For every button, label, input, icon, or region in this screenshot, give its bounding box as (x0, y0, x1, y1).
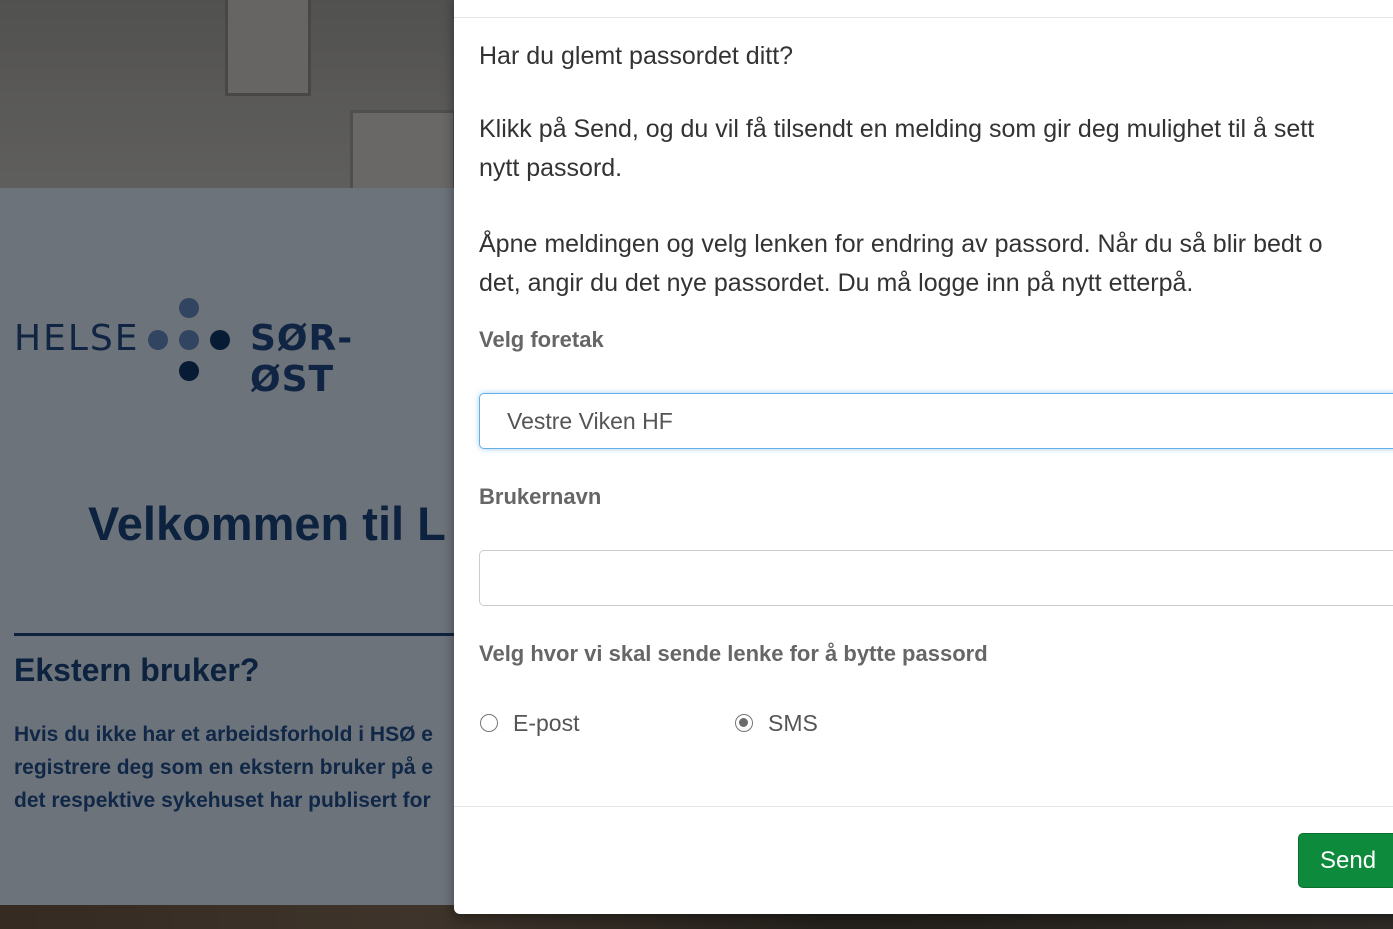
instructions-paragraph-send: Klikk på Send, og du vil få tilsendt en … (479, 110, 1393, 188)
sms-radio[interactable] (735, 714, 753, 732)
send-method-radio-group: E-post SMS (479, 708, 1179, 738)
paragraph-line: Klikk på Send, og du vil få tilsendt en … (479, 115, 1315, 143)
forgot-password-modal: Har du glemt passordet ditt? Klikk på Se… (454, 0, 1393, 914)
paragraph-line: nytt passord. (479, 154, 623, 182)
modal-header-divider (454, 17, 1393, 18)
modal-footer-divider (454, 806, 1393, 807)
send-method-label: Velg hvor vi skal sende lenke for å bytt… (479, 641, 988, 666)
brukernavn-input[interactable] (479, 550, 1393, 606)
instructions-paragraph-link: Åpne meldingen og velg lenken for endrin… (479, 225, 1393, 303)
foretak-label: Velg foretak (479, 327, 604, 352)
epost-radio[interactable] (480, 714, 498, 732)
brukernavn-label: Brukernavn (479, 484, 602, 509)
sms-radio-label[interactable]: SMS (768, 710, 818, 737)
paragraph-line: det, angir du det nye passordet. Du må l… (479, 269, 1194, 297)
epost-radio-label[interactable]: E-post (513, 710, 579, 737)
foretak-select[interactable]: Vestre Viken HF (479, 393, 1393, 449)
send-button[interactable]: Send (1298, 833, 1393, 888)
paragraph-line: Åpne meldingen og velg lenken for endrin… (479, 230, 1323, 258)
forgot-password-question: Har du glemt passordet ditt? (479, 42, 794, 70)
